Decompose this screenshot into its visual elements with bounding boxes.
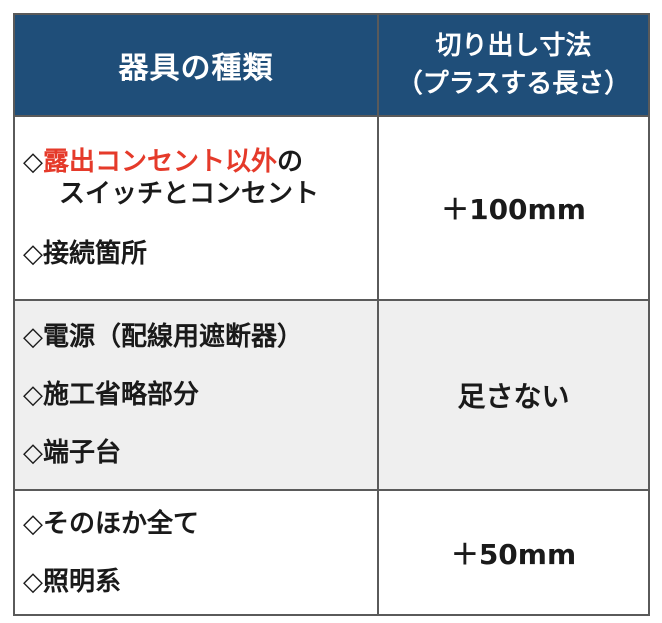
fixture-item: ◇接続箇所 (23, 239, 147, 269)
cut-length-value: ＋100mm (377, 115, 650, 301)
header-fixture-type: 器具の種類 (13, 13, 379, 117)
cut-length-table: 器具の種類 切り出し寸法 （プラスする長さ） ◇露出コンセント以外の スイッチと… (13, 13, 650, 616)
fixture-item: ◇露出コンセント以外の (23, 146, 377, 178)
table-row: ◇そのほか全て ◇照明系 ＋50mm (13, 489, 650, 616)
fixture-cell: ◇露出コンセント以外の スイッチとコンセント ◇接続箇所 (13, 115, 379, 301)
header-fixture-type-label: 器具の種類 (118, 51, 274, 86)
fixture-item-suffix: の (277, 147, 304, 177)
fixture-cell: ◇電源（配線用遮断器） ◇施工省略部分 ◇端子台 (13, 299, 379, 491)
fixture-item: ◇電源（配線用遮断器） (23, 322, 303, 352)
dimension-table-container: 器具の種類 切り出し寸法 （プラスする長さ） ◇露出コンセント以外の スイッチと… (13, 13, 650, 616)
fixture-item: ◇そのほか全て (23, 508, 199, 539)
table-row: ◇露出コンセント以外の スイッチとコンセント ◇接続箇所 ＋100mm (13, 115, 650, 301)
fixture-item-continuation: スイッチとコンセント (59, 179, 320, 209)
fixture-cell: ◇そのほか全て ◇照明系 (13, 489, 379, 616)
highlight-text: 露出コンセント以外 (43, 147, 278, 177)
fixture-item: ◇照明系 (23, 566, 121, 597)
header-cut-length-line1: 切り出し寸法 (435, 31, 592, 61)
diamond-bullet: ◇ (23, 147, 43, 177)
table-row: ◇電源（配線用遮断器） ◇施工省略部分 ◇端子台 足さない (13, 299, 650, 491)
header-cut-length-line2: （プラスする長さ） (396, 69, 631, 99)
table-header-row: 器具の種類 切り出し寸法 （プラスする長さ） (13, 13, 650, 117)
fixture-item: ◇施工省略部分 (23, 380, 199, 410)
header-cut-length: 切り出し寸法 （プラスする長さ） (377, 13, 650, 117)
cut-length-value: 足さない (377, 299, 650, 491)
cut-length-value: ＋50mm (377, 489, 650, 616)
fixture-item: ◇端子台 (23, 438, 121, 468)
